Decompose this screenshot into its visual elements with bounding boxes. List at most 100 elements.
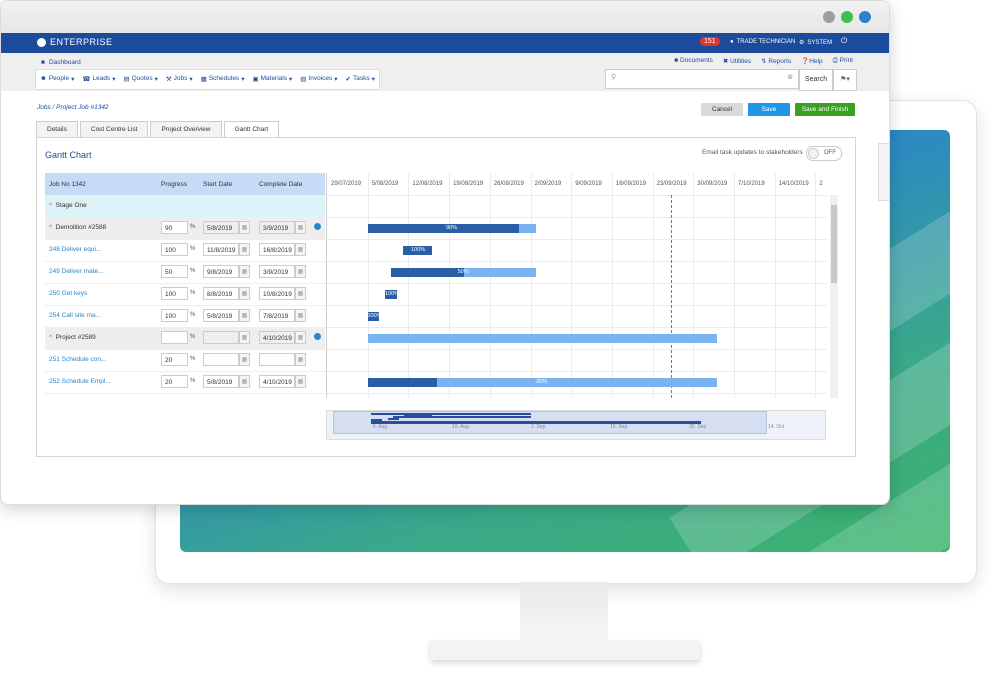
row-name[interactable]: 251 Schedule con... <box>49 356 106 363</box>
complete-date-input[interactable]: 4/10/2019 <box>259 375 295 388</box>
row-name[interactable]: 250 Get keys <box>49 290 87 297</box>
timeline-navigator[interactable]: 5. Aug 19. Aug 2. Sep 16. Sep 30. Sep 14. Oct <box>326 410 826 440</box>
calendar-icon[interactable]: ▦ <box>239 221 250 234</box>
row-name[interactable]: 252 Schedule Empl... <box>49 378 111 385</box>
calendar-icon[interactable]: ▦ <box>295 375 306 388</box>
start-date-input[interactable]: 5/8/2019 <box>203 375 239 388</box>
progress-input[interactable] <box>161 331 188 344</box>
clear-icon[interactable]: ⊗ <box>787 73 793 81</box>
calendar-icon[interactable]: ▦ <box>295 331 306 344</box>
group-row[interactable]: ^ Project #2589% ▦ 4/10/2019 ▦ <box>45 327 325 350</box>
task-row[interactable]: 252 Schedule Empl... 20% 5/8/2019 ▦ 4/10/201… <box>45 371 325 394</box>
progress-input[interactable]: 100 <box>161 243 188 256</box>
complete-date-input[interactable]: 16/8/2019 <box>259 243 295 256</box>
tab-cost-centre-list[interactable]: Cost Centre List <box>79 121 149 138</box>
progress-input[interactable]: 20 <box>161 375 188 388</box>
side-scroll-arrows[interactable] <box>878 143 889 201</box>
row-name[interactable]: 254 Call site ma... <box>49 312 101 319</box>
complete-date-input[interactable]: 7/8/2019 <box>259 309 295 322</box>
calendar-icon[interactable]: ▦ <box>295 287 306 300</box>
documents-link[interactable]: ■ Documents <box>674 57 713 65</box>
menu-schedules[interactable]: ▦ Schedules ▾ <box>197 70 249 89</box>
complete-date-input[interactable] <box>259 353 295 366</box>
menu-jobs[interactable]: ⚒ Jobs ▾ <box>162 70 197 89</box>
start-date-input[interactable]: 9/8/2019 <box>203 265 239 278</box>
menu-invoices[interactable]: ▧ Invoices ▾ <box>296 70 341 89</box>
col-progress[interactable]: Progress <box>161 181 187 188</box>
vertical-scrollbar[interactable] <box>830 195 838 398</box>
menu-tasks[interactable]: ✔ Tasks ▾ <box>342 70 379 89</box>
task-row[interactable]: 249 Deliver mate... 50% 9/8/2019 ▦ 3/9/2019 ▦ <box>45 261 325 284</box>
search-input[interactable]: ⚲ ⊗ <box>605 69 799 89</box>
calendar-icon[interactable]: ▦ <box>239 309 250 322</box>
task-bar[interactable] <box>367 333 717 343</box>
system-menu[interactable]: ⚙ SYSTEM <box>799 39 832 47</box>
start-date-input[interactable]: 11/8/2019 <box>203 243 239 256</box>
user-menu[interactable]: ● TRADE TECHNICIAN <box>730 39 795 45</box>
col-job[interactable]: Job No 1342 <box>49 181 86 188</box>
save-finish-button[interactable]: Save and Finish <box>795 103 855 116</box>
expand-arrow-icon[interactable] <box>314 223 321 230</box>
calendar-icon[interactable]: ▦ <box>239 243 250 256</box>
menu-materials[interactable]: ▣ Materials ▾ <box>248 70 296 89</box>
expand-arrow-icon[interactable] <box>314 333 321 340</box>
tab-gantt-chart[interactable]: Gantt Chart <box>223 121 280 138</box>
progress-input[interactable]: 90 <box>161 221 188 234</box>
window-minimize-button[interactable] <box>823 11 835 23</box>
row-name[interactable]: 248 Deliver equi... <box>49 246 101 253</box>
notification-badge[interactable]: 151 <box>700 37 720 46</box>
calendar-icon[interactable]: ▦ <box>239 265 250 278</box>
col-complete[interactable]: Complete Date <box>259 181 302 188</box>
save-button[interactable]: Save <box>748 103 790 116</box>
task-progress-bar[interactable] <box>367 223 520 233</box>
start-date-input[interactable] <box>203 331 239 344</box>
app-logo[interactable]: ENTERPRISE <box>37 37 113 47</box>
row-name[interactable]: 249 Deliver mate... <box>49 268 104 275</box>
start-date-input[interactable]: 8/8/2019 <box>203 287 239 300</box>
start-date-input[interactable]: 5/8/2019 <box>203 221 239 234</box>
menu-quotes[interactable]: ▤ Quotes ▾ <box>119 70 161 89</box>
complete-date-input[interactable]: 3/9/2019 <box>259 265 295 278</box>
chevron-up-icon[interactable]: ^ <box>49 334 56 341</box>
complete-date-input[interactable]: 4/10/2019 <box>259 331 295 344</box>
start-date-input[interactable] <box>203 353 239 366</box>
search-button[interactable]: Search <box>799 69 833 91</box>
calendar-icon[interactable]: ▦ <box>295 265 306 278</box>
bookmark-icon[interactable]: ⚑▾ <box>833 69 857 91</box>
col-start[interactable]: Start Date <box>203 181 232 188</box>
window-maximize-button[interactable] <box>841 11 853 23</box>
calendar-icon[interactable]: ▦ <box>295 243 306 256</box>
task-row[interactable]: 250 Get keys 100% 8/8/2019 ▦ 10/8/2019 ▦ <box>45 283 325 306</box>
progress-input[interactable]: 20 <box>161 353 188 366</box>
group-row[interactable]: ^ Demolition #2588 90% 5/8/2019 ▦ 3/9/2019 ▦ <box>45 217 325 240</box>
tab-project-overview[interactable]: Project Overview <box>150 121 222 138</box>
calendar-icon[interactable]: ▦ <box>239 353 250 366</box>
task-row[interactable]: 248 Deliver equi... 100% 11/8/2019 ▦ 16/8/20… <box>45 239 325 262</box>
chevron-up-icon[interactable]: ^ <box>49 224 56 231</box>
progress-input[interactable]: 100 <box>161 287 188 300</box>
calendar-icon[interactable]: ▦ <box>239 287 250 300</box>
scroll-thumb[interactable] <box>831 205 837 283</box>
menu-people[interactable]: ☻ People ▾ <box>36 70 78 89</box>
print-link[interactable]: ⎙ Print <box>833 57 853 65</box>
start-date-input[interactable]: 5/8/2019 <box>203 309 239 322</box>
complete-date-input[interactable]: 3/9/2019 <box>259 221 295 234</box>
calendar-icon[interactable]: ▦ <box>295 221 306 234</box>
task-progress-bar[interactable] <box>390 267 464 277</box>
help-link[interactable]: ❓Help <box>801 57 822 65</box>
calendar-icon[interactable]: ▦ <box>295 353 306 366</box>
progress-input[interactable]: 100 <box>161 309 188 322</box>
email-toggle[interactable]: OFF <box>806 146 842 161</box>
calendar-icon[interactable]: ▦ <box>239 331 250 344</box>
cancel-button[interactable]: Cancel <box>701 103 743 116</box>
task-row[interactable]: 251 Schedule con... 20% ▦ ▦ <box>45 349 325 372</box>
breadcrumb[interactable]: Jobs / Project Job #1342 <box>37 104 109 111</box>
task-row[interactable]: 254 Call site ma... 100% 5/8/2019 ▦ 7/8/2019… <box>45 305 325 328</box>
reports-link[interactable]: ↯ Reports <box>761 57 791 65</box>
utilities-link[interactable]: ✖ Utilities <box>723 57 751 65</box>
progress-input[interactable]: 50 <box>161 265 188 278</box>
stage-row[interactable]: ^ Stage One <box>45 195 325 218</box>
task-progress-bar[interactable] <box>367 377 438 387</box>
calendar-icon[interactable]: ▦ <box>239 375 250 388</box>
complete-date-input[interactable]: 10/8/2019 <box>259 287 295 300</box>
